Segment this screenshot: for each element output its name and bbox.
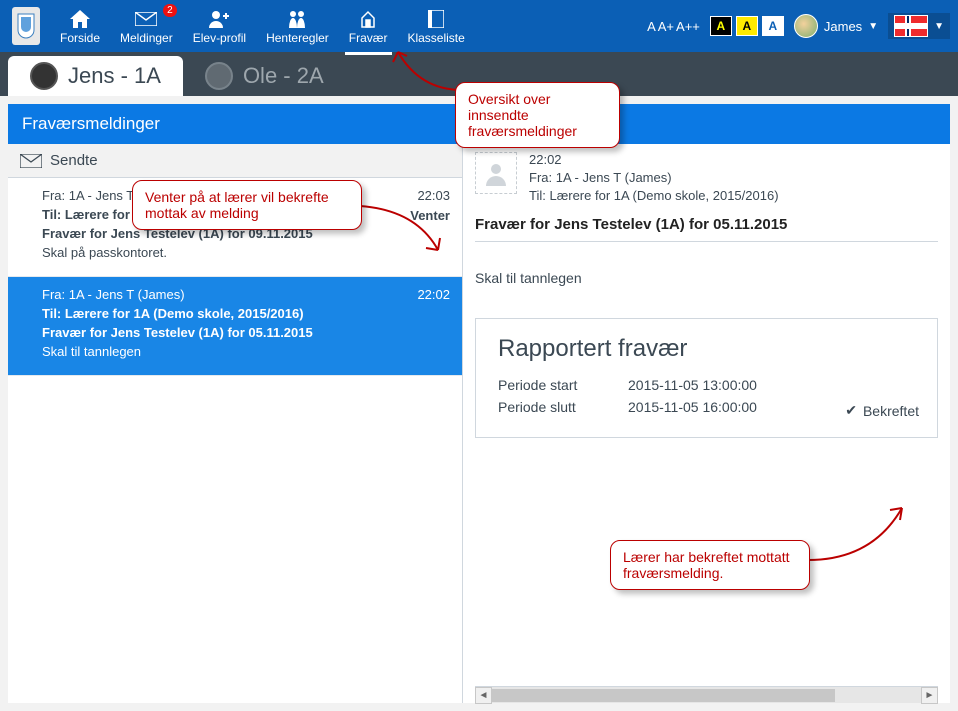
student-avatar-icon xyxy=(30,62,58,90)
msg-time: 22:02 xyxy=(417,287,450,302)
student-tab-ole[interactable]: Ole - 2A xyxy=(183,56,346,96)
flag-norway-icon xyxy=(894,15,928,37)
reported-absence-card: Rapportert fravær Periode start 2015-11-… xyxy=(475,318,938,438)
report-start-value: 2015-11-05 13:00:00 xyxy=(628,377,757,393)
theme-light-button[interactable]: A xyxy=(762,16,784,36)
report-end-value: 2015-11-05 16:00:00 xyxy=(628,399,757,415)
sent-folder-header[interactable]: Sendte xyxy=(8,144,462,178)
msg-preview: Skal til tannlegen xyxy=(42,344,442,359)
callout-confirmed: Lærer har bekreftet mottatt fraværsmeldi… xyxy=(610,540,810,590)
detail-header: 22:02 Fra: 1A - Jens T (James) Til: Lære… xyxy=(475,152,938,206)
nav-label: Fravær xyxy=(349,31,388,45)
msg-subject: Fravær for Jens Testelev (1A) for 05.11.… xyxy=(42,325,442,340)
callout-arrow-icon xyxy=(356,200,446,260)
message-count-badge: 2 xyxy=(163,4,177,17)
nav-meldinger[interactable]: 2 Meldinger xyxy=(110,3,183,49)
callout-waiting: Venter på at lærer vil bekrefte mottak a… xyxy=(132,180,362,230)
theme-yellow-button[interactable]: A xyxy=(736,16,758,36)
message-item[interactable]: Fra: 1A - Jens T (James) Til: Lærere for… xyxy=(8,277,462,376)
detail-subject: Fravær for Jens Testelev (1A) for 05.11.… xyxy=(475,206,938,242)
envelope-icon xyxy=(20,154,42,168)
font-size-large[interactable]: A++ xyxy=(676,19,700,34)
font-size-medium[interactable]: A+ xyxy=(658,19,674,34)
check-icon: ✔ xyxy=(845,402,857,419)
student-tab-label: Ole - 2A xyxy=(243,63,324,89)
theme-dark-button[interactable]: A xyxy=(710,16,732,36)
nav-henteregler[interactable]: Henteregler xyxy=(256,3,339,49)
message-detail-panel: 22:02 Fra: 1A - Jens T (James) Til: Lære… xyxy=(463,144,950,703)
scroll-right-button[interactable]: ► xyxy=(921,687,938,704)
student-tab-label: Jens - 1A xyxy=(68,63,161,89)
callout-overview: Oversikt over innsendte fraværsmeldinger xyxy=(455,82,620,148)
coat-of-arms-logo xyxy=(12,7,40,45)
caret-down-icon: ▼ xyxy=(868,21,878,32)
classlist-icon xyxy=(407,9,464,29)
sent-folder-label: Sendte xyxy=(50,152,98,169)
user-avatar-icon xyxy=(794,14,818,38)
detail-to: Til: Lærere for 1A (Demo skole, 2015/201… xyxy=(529,188,779,203)
detail-from: Fra: 1A - Jens T (James) xyxy=(529,170,779,185)
detail-meta: 22:02 Fra: 1A - Jens T (James) Til: Lære… xyxy=(529,152,779,206)
confirmed-badge: ✔ Bekreftet xyxy=(845,402,919,419)
nav-label: Henteregler xyxy=(266,31,329,45)
nav-label: Elev-profil xyxy=(193,31,246,45)
detail-time: 22:02 xyxy=(529,152,779,167)
caret-down-icon: ▼ xyxy=(934,21,944,32)
callout-arrow-icon xyxy=(802,500,912,570)
nav-label: Forside xyxy=(60,31,100,45)
student-avatar-icon xyxy=(205,62,233,90)
msg-to: Til: Lærere for 1A (Demo skole, 2015/201… xyxy=(42,306,442,321)
user-menu[interactable]: James ▼ xyxy=(794,14,878,38)
confirmed-label: Bekreftet xyxy=(863,403,919,419)
font-size-small[interactable]: A xyxy=(647,19,656,34)
report-row-start: Periode start 2015-11-05 13:00:00 xyxy=(498,377,915,393)
nav-label: Klasseliste xyxy=(407,31,464,45)
header-right: A A+ A++ A A A James ▼ ▼ xyxy=(647,13,950,39)
scroll-track[interactable] xyxy=(492,687,921,704)
detail-body: Skal til tannlegen xyxy=(475,248,938,300)
nav-elevprofil[interactable]: Elev-profil xyxy=(183,3,256,49)
horizontal-scrollbar[interactable]: ◄ ► xyxy=(475,686,938,703)
top-nav-bar: Forside 2 Meldinger Elev-profil Hentereg… xyxy=(0,0,958,52)
sender-avatar-placeholder-icon xyxy=(475,152,517,194)
nav-fravaer[interactable]: Fravær xyxy=(339,3,398,49)
student-tab-jens[interactable]: Jens - 1A xyxy=(8,56,183,96)
nav-forside[interactable]: Forside xyxy=(50,3,110,49)
report-start-label: Periode start xyxy=(498,377,628,393)
msg-from: Fra: 1A - Jens T (James) xyxy=(42,287,442,302)
font-size-switcher: A A+ A++ xyxy=(647,19,700,34)
home-icon xyxy=(60,9,100,29)
rules-icon xyxy=(266,9,329,29)
nav-klasseliste[interactable]: Klasseliste xyxy=(397,3,474,49)
scroll-left-button[interactable]: ◄ xyxy=(475,687,492,704)
nav-label: Meldinger xyxy=(120,31,173,45)
absence-icon xyxy=(349,9,388,29)
report-end-label: Periode slutt xyxy=(498,399,628,415)
user-name: James xyxy=(824,19,862,34)
profile-icon xyxy=(193,9,246,29)
theme-switcher: A A A xyxy=(710,16,784,36)
language-switcher[interactable]: ▼ xyxy=(888,13,950,39)
report-title: Rapportert fravær xyxy=(498,335,915,363)
scroll-thumb[interactable] xyxy=(492,689,835,702)
nav-items: Forside 2 Meldinger Elev-profil Hentereg… xyxy=(50,3,475,49)
